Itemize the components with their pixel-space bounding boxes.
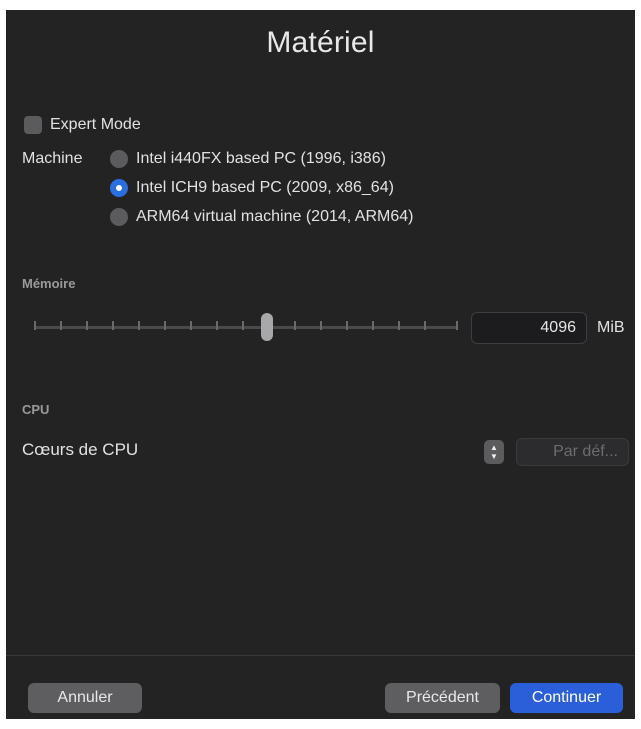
- cpu-section-title: CPU: [22, 402, 50, 417]
- machine-option-arm64[interactable]: ARM64 virtual machine (2014, ARM64): [110, 208, 413, 226]
- radio-button-selected[interactable]: [110, 179, 128, 197]
- previous-button[interactable]: Précédent: [385, 683, 500, 713]
- memory-input[interactable]: 4096: [471, 312, 587, 344]
- slider-tick: [320, 321, 322, 330]
- memory-slider-track[interactable]: [34, 326, 458, 329]
- page-title: Matériel: [266, 26, 375, 59]
- chevron-up-icon[interactable]: ▲: [490, 443, 498, 452]
- machine-option-label: ARM64 virtual machine (2014, ARM64): [136, 208, 414, 225]
- memory-slider-knob[interactable]: [261, 313, 273, 341]
- slider-tick: [346, 321, 348, 330]
- slider-tick: [424, 321, 426, 330]
- expert-mode-checkbox[interactable]: [24, 116, 42, 134]
- machine-option-ich9[interactable]: Intel ICH9 based PC (2009, x86_64): [110, 179, 394, 197]
- continue-button[interactable]: Continuer: [510, 683, 623, 713]
- radio-button[interactable]: [110, 150, 128, 168]
- slider-tick: [242, 321, 244, 330]
- slider-tick: [372, 321, 374, 330]
- wizard-window: Matériel Expert Mode Machine Intel i440F…: [6, 10, 635, 719]
- slider-tick: [60, 321, 62, 330]
- slider-tick: [294, 321, 296, 330]
- machine-option-label: Intel i440FX based PC (1996, i386): [136, 150, 386, 167]
- machine-option-label: Intel ICH9 based PC (2009, x86_64): [136, 179, 394, 196]
- cpu-cores-label: Cœurs de CPU: [22, 440, 139, 459]
- slider-tick: [112, 321, 114, 330]
- slider-tick: [164, 321, 166, 330]
- cpu-cores-stepper[interactable]: ▲ ▼: [484, 440, 504, 464]
- expert-mode-option[interactable]: Expert Mode: [24, 116, 141, 134]
- cpu-cores-input[interactable]: Par déf...: [516, 438, 629, 466]
- machine-label: Machine: [22, 150, 83, 167]
- machine-option-i440fx[interactable]: Intel i440FX based PC (1996, i386): [110, 150, 386, 168]
- radio-button[interactable]: [110, 208, 128, 226]
- slider-tick: [216, 321, 218, 330]
- slider-tick: [398, 321, 400, 330]
- chevron-down-icon[interactable]: ▼: [490, 452, 498, 461]
- memory-unit: MiB: [597, 319, 625, 336]
- expert-mode-label: Expert Mode: [50, 116, 141, 133]
- footer-divider: [6, 655, 635, 656]
- cancel-button[interactable]: Annuler: [28, 683, 142, 713]
- slider-tick: [138, 321, 140, 330]
- slider-tick: [34, 321, 36, 330]
- slider-tick: [86, 321, 88, 330]
- memory-section-title: Mémoire: [22, 276, 76, 291]
- slider-tick: [190, 321, 192, 330]
- slider-tick: [456, 321, 458, 330]
